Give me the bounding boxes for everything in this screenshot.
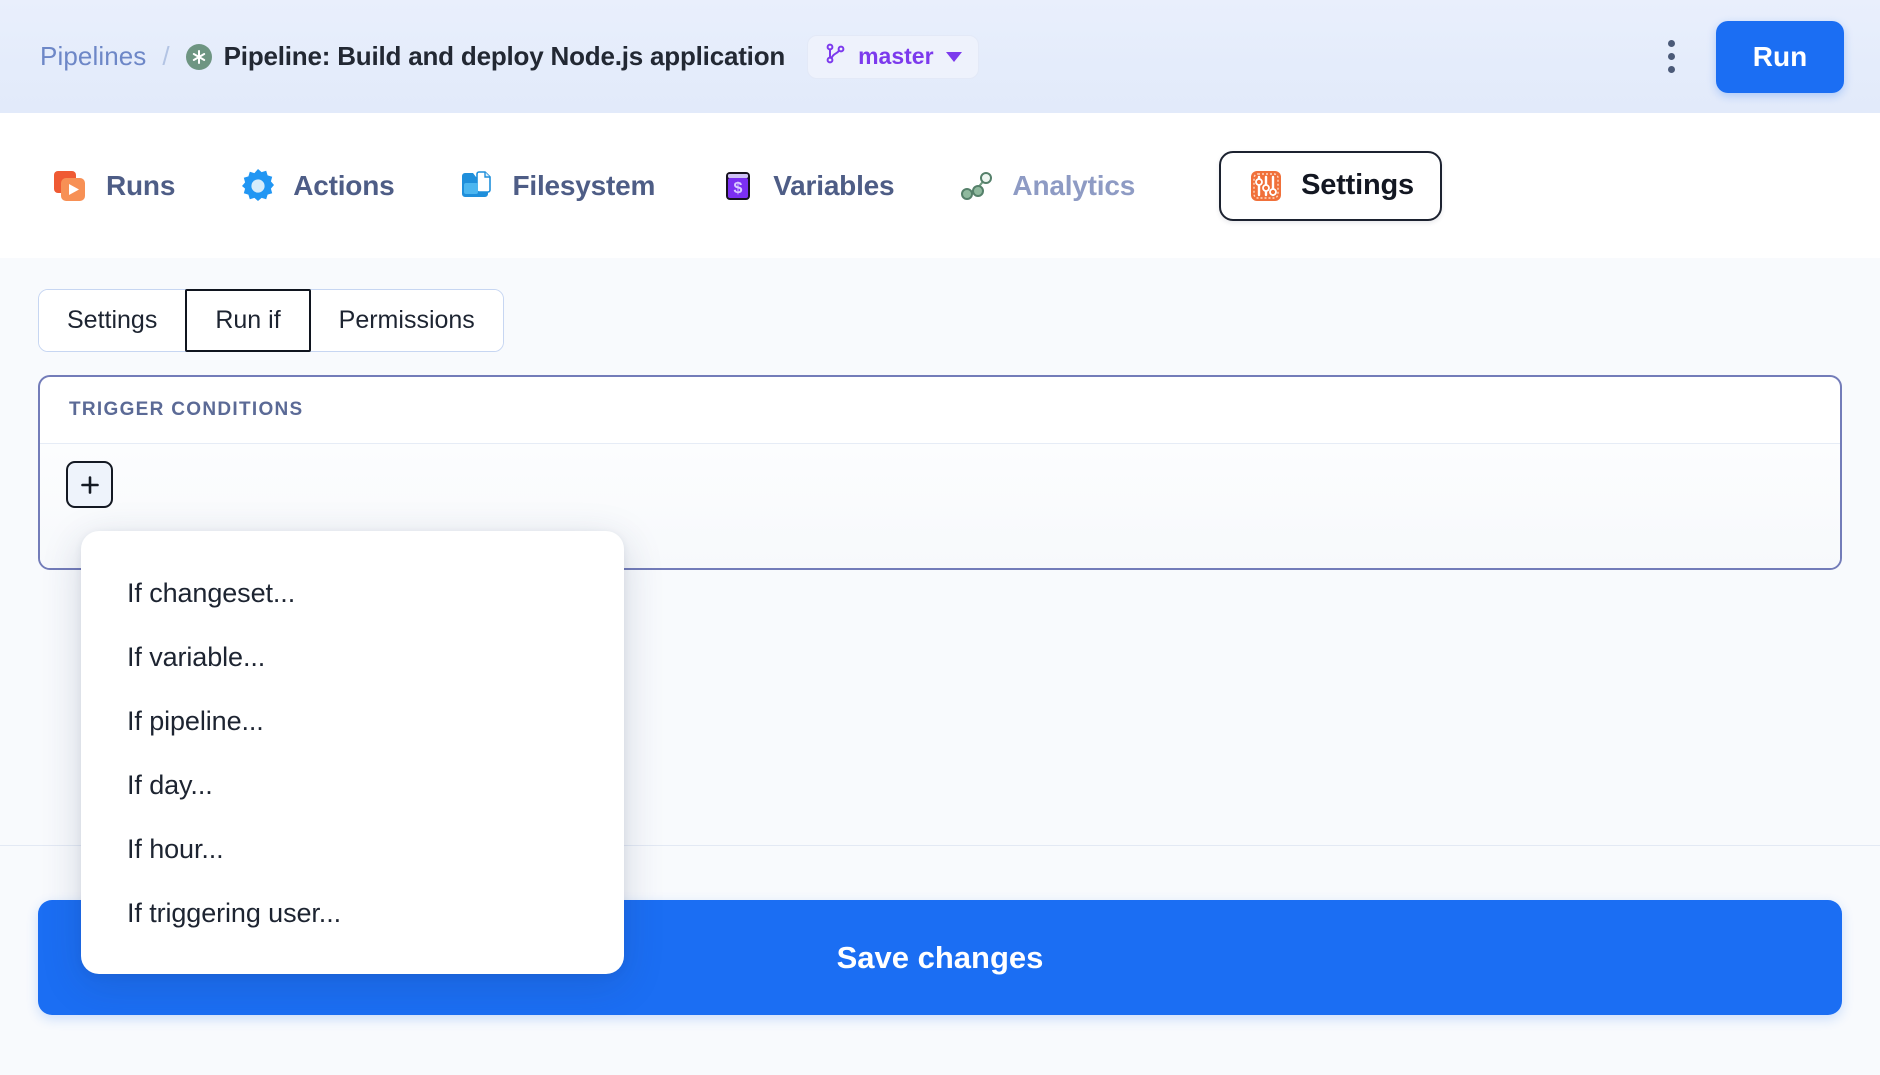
- nav-tab-filesystem[interactable]: Filesystem: [452, 153, 661, 219]
- analytics-graph-icon: [958, 167, 996, 205]
- nav-tab-runs-label: Runs: [106, 169, 176, 201]
- nav-tab-analytics[interactable]: Analytics: [952, 153, 1141, 219]
- menu-item-if-day[interactable]: If day...: [81, 753, 624, 817]
- subtab-settings[interactable]: Settings: [39, 290, 186, 351]
- branch-selector[interactable]: master: [807, 34, 979, 79]
- header-actions: Run: [1648, 0, 1880, 113]
- nav-tab-settings[interactable]: Settings: [1219, 150, 1442, 221]
- run-button[interactable]: Run: [1716, 20, 1844, 93]
- breadcrumb: Pipelines / Pipeline: Build and deploy N…: [40, 34, 979, 79]
- breadcrumb-pipelines-link[interactable]: Pipelines: [40, 41, 146, 72]
- filesystem-folder-icon: [458, 167, 496, 205]
- git-branch-icon: [824, 42, 848, 71]
- nav-tab-settings-label: Settings: [1301, 169, 1414, 201]
- menu-item-if-variable[interactable]: If variable...: [81, 625, 624, 689]
- breadcrumb-separator: /: [162, 41, 170, 71]
- nav-tab-runs[interactable]: Runs: [46, 153, 181, 219]
- subtab-run-if[interactable]: Run if: [185, 289, 311, 352]
- nav-tab-actions-label: Actions: [293, 169, 395, 201]
- app-header: Pipelines / Pipeline: Build and deploy N…: [0, 0, 1880, 113]
- kebab-menu-icon[interactable]: [1648, 34, 1694, 80]
- variables-terminal-icon: $: [719, 167, 757, 205]
- nav-tab-variables[interactable]: $ Variables: [713, 153, 900, 219]
- subtab-permissions[interactable]: Permissions: [310, 290, 503, 351]
- nav-tab-filesystem-label: Filesystem: [512, 169, 656, 201]
- nav-tab-analytics-label: Analytics: [1012, 169, 1136, 201]
- plus-icon: [78, 473, 102, 497]
- menu-item-if-triggering-user[interactable]: If triggering user...: [81, 881, 624, 945]
- menu-item-if-pipeline[interactable]: If pipeline...: [81, 689, 624, 753]
- main-navigation: Runs Actions Filesystem $ Variables Anal…: [0, 113, 1880, 258]
- page-title: Pipeline: Build and deploy Node.js appli…: [223, 41, 786, 71]
- settings-sliders-icon: [1247, 167, 1285, 205]
- pipeline-asterisk-icon: [185, 43, 212, 70]
- menu-item-if-hour[interactable]: If hour...: [81, 817, 624, 881]
- nav-tab-variables-label: Variables: [773, 169, 895, 201]
- page-content: Settings Run if Permissions TRIGGER COND…: [0, 258, 1880, 1075]
- chevron-down-icon: [945, 51, 962, 62]
- branch-name: master: [858, 43, 934, 69]
- trigger-conditions-header: TRIGGER CONDITIONS: [40, 377, 1840, 444]
- settings-subtabs: Settings Run if Permissions: [38, 289, 504, 352]
- add-condition-button[interactable]: [66, 461, 113, 508]
- runs-play-icon: [52, 167, 90, 205]
- add-condition-menu: If changeset... If variable... If pipeli…: [81, 531, 624, 974]
- svg-text:$: $: [734, 180, 743, 197]
- menu-item-if-changeset[interactable]: If changeset...: [81, 561, 624, 625]
- actions-gear-icon: [239, 167, 277, 205]
- nav-tab-actions[interactable]: Actions: [233, 153, 400, 219]
- trigger-conditions-title: TRIGGER CONDITIONS: [69, 399, 304, 420]
